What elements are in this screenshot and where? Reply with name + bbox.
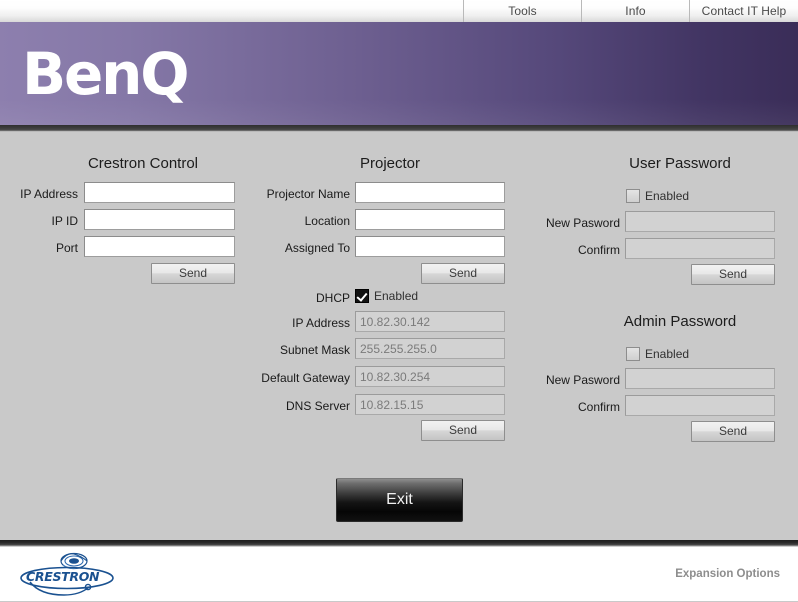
crestron-port-input[interactable]	[84, 236, 235, 257]
expansion-options-label: Expansion Options	[675, 568, 780, 580]
admin-new-password-input[interactable]	[625, 368, 775, 389]
exit-button[interactable]: Exit	[336, 478, 463, 522]
nav-contact-it-help-label: Contact IT Help	[701, 4, 787, 18]
projector-location-input[interactable]	[355, 209, 505, 230]
admin-password-send-button[interactable]: Send	[691, 421, 775, 442]
dhcp-checkbox[interactable]	[355, 289, 369, 303]
user-password-send-button[interactable]: Send	[691, 264, 775, 285]
projector-assigned-to-input[interactable]	[355, 236, 505, 257]
benq-logo: BenQ	[22, 40, 190, 108]
crestron-control-title: Crestron Control	[87, 155, 199, 172]
admin-password-enabled-checkbox[interactable]	[626, 347, 640, 361]
label-net-dns-server: DNS Server	[285, 399, 350, 413]
label-projector-assigned-to: Assigned To	[284, 241, 350, 255]
label-crestron-ip-id: IP ID	[51, 214, 78, 228]
admin-password-title: Admin Password	[623, 313, 737, 330]
net-dns-server-input[interactable]	[355, 394, 505, 415]
brand-banner: BenQ	[0, 22, 798, 125]
crestron-ip-address-input[interactable]	[84, 182, 235, 203]
crestron-ip-id-input[interactable]	[84, 209, 235, 230]
label-net-default-gateway: Default Gateway	[261, 371, 350, 385]
nav-tools[interactable]: Tools	[463, 0, 581, 22]
label-net-ip-address: IP Address	[292, 316, 350, 330]
label-user-new-password: New Pasword	[545, 216, 620, 230]
label-projector-location: Location	[304, 214, 350, 228]
label-net-subnet-mask: Subnet Mask	[279, 343, 350, 357]
crestron-control-page: Tools Info Contact IT Help BenQ Crestron…	[0, 0, 798, 601]
user-password-enabled-label: Enabled	[645, 189, 690, 203]
crestron-logo: CRESTRON	[18, 552, 128, 597]
label-user-confirm-password: Confirm	[577, 243, 620, 257]
banner-separator	[0, 125, 798, 132]
crestron-control-send-button[interactable]: Send	[151, 263, 235, 284]
net-subnet-mask-input[interactable]	[355, 338, 505, 359]
nav-contact-it-help[interactable]: Contact IT Help	[689, 0, 798, 22]
user-new-password-input[interactable]	[625, 211, 775, 232]
label-crestron-ip-address: IP Address	[20, 187, 78, 201]
dhcp-checkbox-row[interactable]: Enabled	[355, 289, 418, 303]
label-crestron-port: Port	[55, 241, 78, 255]
dhcp-checkbox-label: Enabled	[374, 289, 419, 303]
projector-title: Projector	[359, 155, 421, 172]
crestron-wordmark-text: CRESTRON	[26, 569, 100, 584]
network-send-button[interactable]: Send	[421, 420, 505, 441]
user-confirm-password-input[interactable]	[625, 238, 775, 259]
user-password-enabled-row[interactable]: Enabled	[626, 189, 689, 203]
net-ip-address-input[interactable]	[355, 311, 505, 332]
admin-confirm-password-input[interactable]	[625, 395, 775, 416]
admin-password-enabled-row[interactable]: Enabled	[626, 347, 689, 361]
crestron-swirl-icon	[60, 552, 88, 570]
label-dhcp: DHCP	[315, 291, 350, 305]
user-password-title: User Password	[629, 155, 731, 172]
user-password-enabled-checkbox[interactable]	[626, 189, 640, 203]
label-admin-new-password: New Pasword	[545, 373, 620, 387]
label-projector-name: Projector Name	[266, 187, 350, 201]
projector-send-button[interactable]: Send	[421, 263, 505, 284]
footer: CRESTRON Expansion Options	[0, 547, 798, 601]
admin-password-enabled-label: Enabled	[645, 347, 690, 361]
nav-info-label: Info	[625, 4, 646, 18]
label-admin-confirm-password: Confirm	[577, 400, 620, 414]
top-navigation-bar: Tools Info Contact IT Help	[0, 0, 798, 22]
footer-separator	[0, 540, 798, 547]
net-default-gateway-input[interactable]	[355, 366, 505, 387]
nav-info[interactable]: Info	[581, 0, 689, 22]
projector-name-input[interactable]	[355, 182, 505, 203]
nav-tools-label: Tools	[508, 4, 537, 18]
